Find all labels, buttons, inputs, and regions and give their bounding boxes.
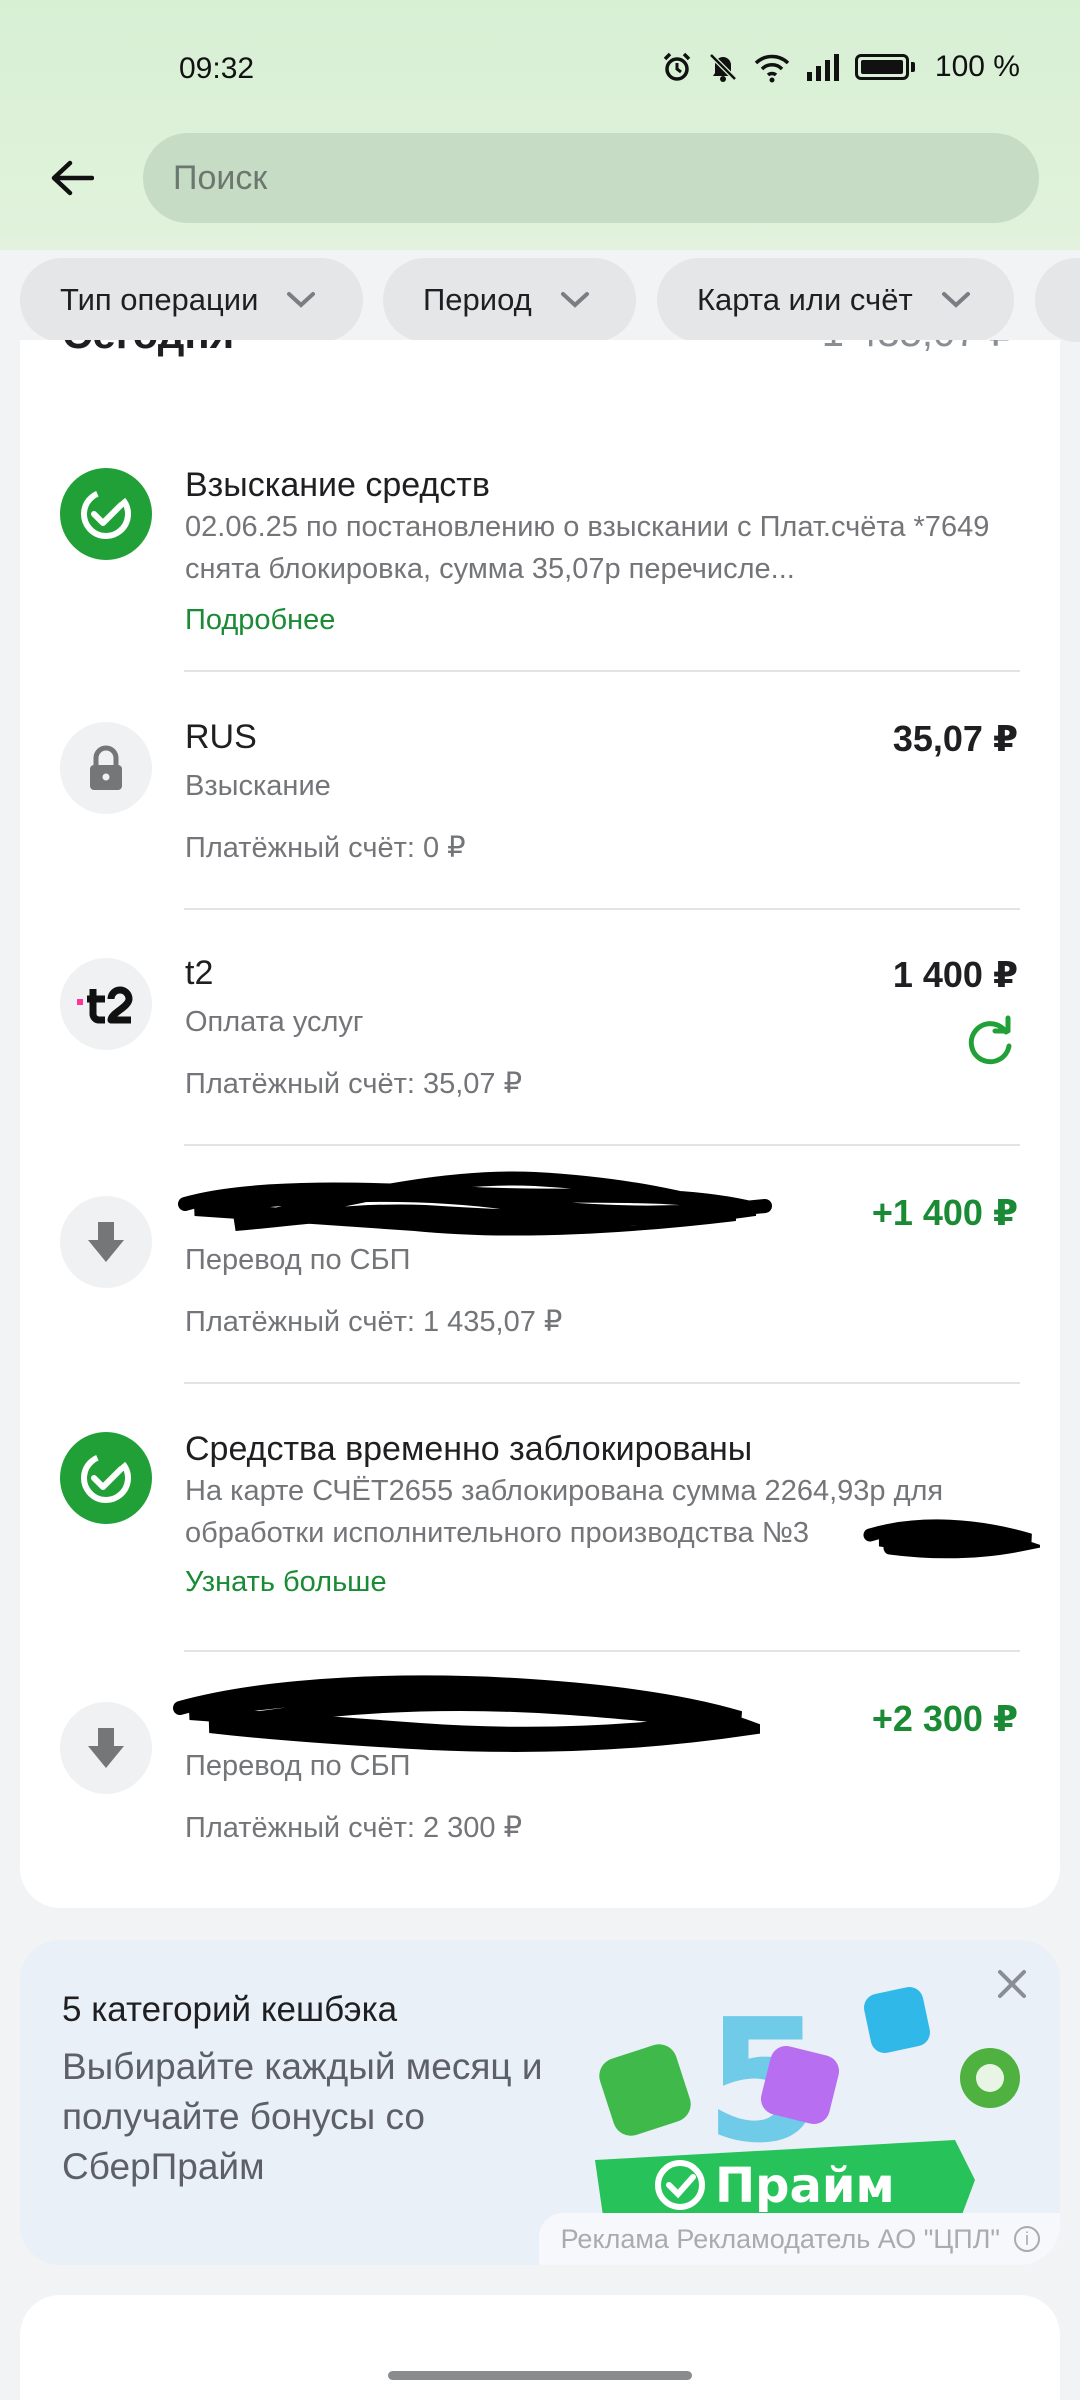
search-bar[interactable] <box>143 133 1039 223</box>
notice-description: 02.06.25 по постановлению о взыскании с … <box>185 511 990 585</box>
account-balance: Платёжный счёт: 0 ₽ <box>185 832 466 864</box>
cashback-promo-banner[interactable]: 5 категорий кешбэка Выбирайте каждый мес… <box>20 1940 1060 2265</box>
chevron-down-icon <box>286 290 316 310</box>
transaction-amount: +2 300 ₽ <box>871 1698 1018 1739</box>
filter-more-chip[interactable] <box>1035 258 1080 342</box>
account-balance: Платёжный счёт: 1 435,07 ₽ <box>185 1306 563 1338</box>
filter-operation-type[interactable]: Тип операции <box>20 258 363 342</box>
transaction-row[interactable]: RUS 35,07 ₽ Взыскание Платёжный счёт: 0 … <box>20 710 1060 910</box>
filter-label: Период <box>423 282 532 317</box>
redaction-scribble <box>863 1519 1040 1559</box>
transaction-row[interactable]: t2 1 400 ₽ Оплата услуг Платёжный счёт: … <box>20 946 1060 1146</box>
status-icons: 100 % <box>661 50 1020 84</box>
transaction-row[interactable]: +2 300 ₽ Перевод по СБП Платёжный счёт: … <box>20 1675 1060 1890</box>
transaction-category: Оплата услуг <box>185 1006 364 1038</box>
filter-period[interactable]: Период <box>383 258 636 342</box>
arrow-left-icon <box>51 160 94 196</box>
status-bar: 09:32 100 % <box>0 0 1080 140</box>
repeat-icon <box>968 1015 1012 1065</box>
transaction-row[interactable]: +1 400 ₽ Перевод по СБП Платёжный счёт: … <box>20 1171 1060 1384</box>
transaction-amount: 1 400 ₽ <box>892 954 1018 995</box>
details-link[interactable]: Подробнее <box>185 604 335 637</box>
notice-title: Средства временно заблокированы <box>185 1430 753 1468</box>
disclaimer-text: Реклама Рекламодатель АО "ЦПЛ" <box>560 2223 1000 2254</box>
info-icon: i <box>1014 2226 1040 2252</box>
battery-percent: 100 % <box>934 50 1020 83</box>
row-divider <box>184 1650 1020 1652</box>
sber-check-icon <box>60 1432 152 1524</box>
learn-more-link[interactable]: Узнать больше <box>185 1566 387 1599</box>
sberprime-illustration: 5 Прайм <box>595 1983 1020 2230</box>
chevron-down-icon <box>560 290 590 310</box>
row-divider <box>184 1144 1020 1146</box>
status-time: 09:32 <box>179 52 255 85</box>
transaction-category: Перевод по СБП <box>185 1750 411 1782</box>
lock-icon <box>60 722 152 814</box>
transaction-amount: 35,07 ₽ <box>892 718 1018 759</box>
transaction-category: Перевод по СБП <box>185 1244 411 1276</box>
transaction-amount: +1 400 ₽ <box>871 1192 1018 1233</box>
arrow-down-icon <box>60 1196 152 1288</box>
next-section-card <box>20 2295 1060 2400</box>
sber-check-icon <box>60 468 152 560</box>
repeat-button[interactable] <box>962 1014 1018 1070</box>
t2-logo-icon <box>60 958 152 1050</box>
notice-row[interactable]: Средства временно заблокированы На карте… <box>20 1430 1060 1660</box>
alarm-icon <box>663 52 691 81</box>
notice-description-line1: На карте СЧЁТ2655 заблокирована сумма 22… <box>185 1475 944 1507</box>
notice-title: Взыскание средств <box>185 466 490 504</box>
arrow-down-icon <box>60 1702 152 1794</box>
promo-text: Выбирайте каждый месяц и получайте бонус… <box>62 2046 543 2187</box>
filter-chips: Тип операции Период Карта или счёт <box>0 258 1080 346</box>
signal-icon <box>806 54 839 81</box>
filter-label: Тип операции <box>60 282 259 317</box>
row-divider <box>184 670 1020 672</box>
bell-muted-icon <box>709 53 737 82</box>
ad-disclaimer[interactable]: Реклама Рекламодатель АО "ЦПЛ" i <box>538 2213 1060 2265</box>
search-input[interactable] <box>173 158 1039 198</box>
transaction-title: RUS <box>185 718 257 756</box>
chevron-down-icon <box>941 290 971 310</box>
row-divider <box>184 908 1020 910</box>
wifi-icon <box>754 54 790 83</box>
transactions-card: Сегодня 1 435,07 ₽ Взыскание средств 02.… <box>20 340 1060 1908</box>
promo-title: 5 категорий кешбэка <box>62 1990 398 2029</box>
back-button[interactable] <box>42 148 102 208</box>
day-total: 1 435,07 ₽ <box>822 340 1014 356</box>
row-divider <box>184 1382 1020 1384</box>
redaction-scribble <box>178 1171 772 1236</box>
transaction-title: t2 <box>185 954 214 992</box>
home-indicator[interactable] <box>388 2371 692 2380</box>
promo-badge-label: Прайм <box>715 2158 895 2214</box>
account-balance: Платёжный счёт: 2 300 ₽ <box>185 1812 523 1844</box>
transaction-category: Взыскание <box>185 770 331 802</box>
notice-row[interactable]: Взыскание средств 02.06.25 по постановле… <box>20 450 1060 680</box>
battery-icon <box>854 54 909 80</box>
account-balance: Платёжный счёт: 35,07 ₽ <box>185 1068 523 1100</box>
filter-label: Карта или счёт <box>697 282 913 317</box>
battery-cap <box>910 62 915 72</box>
filter-card-or-account[interactable]: Карта или счёт <box>657 258 1014 342</box>
